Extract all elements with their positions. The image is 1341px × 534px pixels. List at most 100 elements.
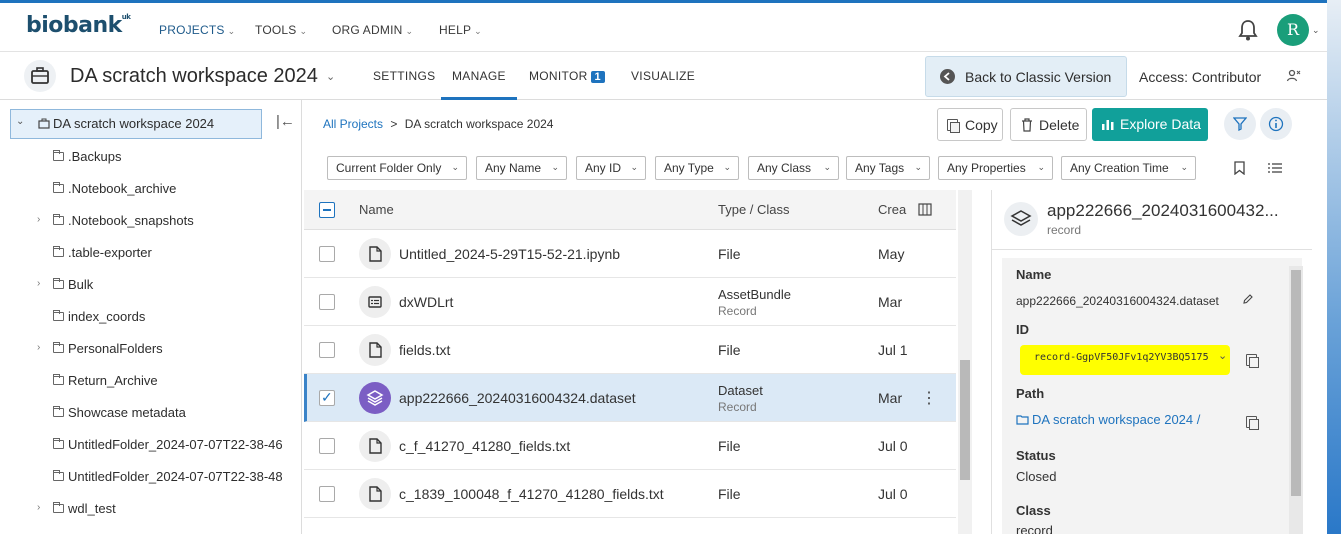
row-checkbox[interactable] [319, 389, 335, 406]
column-created[interactable]: Crea [878, 202, 906, 217]
tab-visualize[interactable]: VISUALIZE [631, 69, 695, 83]
filter-toggle-button[interactable] [1224, 108, 1256, 140]
column-name[interactable]: Name [359, 202, 394, 217]
filter-tags[interactable]: Any Tags ⌄ [846, 156, 930, 180]
table-row[interactable]: Untitled_2024-5-29T15-52-21.ipynb File May [304, 230, 956, 278]
chevron-down-icon: ⌄ [630, 162, 638, 172]
name-value: app222666_20240316004324.dataset [1016, 294, 1219, 308]
select-all-checkbox[interactable] [319, 202, 335, 218]
copy-id-icon[interactable] [1246, 354, 1259, 368]
copy-button[interactable]: Copy [937, 108, 1003, 141]
tree-root-item[interactable]: ⌄ DA scratch workspace 2024 [10, 109, 262, 139]
filter-name[interactable]: Any Name ⌄ [476, 156, 567, 180]
details-subtitle: record [1047, 223, 1082, 237]
row-type: File [718, 342, 741, 358]
file-icon [359, 334, 391, 366]
row-checkbox[interactable] [319, 438, 335, 454]
row-name[interactable]: fields.txt [399, 342, 450, 358]
folder-icon [53, 502, 64, 513]
table-row[interactable]: c_1839_100048_f_41270_41280_fields.txt Fi… [304, 470, 956, 518]
path-link[interactable]: DA scratch workspace 2024 / [1032, 412, 1200, 427]
row-name[interactable]: dxWDLrt [399, 294, 453, 310]
column-type-class[interactable]: Type / Class [718, 202, 790, 217]
filter-id[interactable]: Any ID ⌄ [576, 156, 646, 180]
copy-path-icon[interactable] [1246, 416, 1259, 430]
biobank-logo[interactable]: biobankuk [26, 13, 131, 38]
chevron-down-icon: ⌄ [451, 162, 459, 172]
details-header: app222666_2024031600432... record [992, 190, 1312, 250]
table-row[interactable]: dxWDLrt AssetBundle Record Mar [304, 278, 956, 326]
users-icon[interactable] [1286, 68, 1302, 84]
row-checkbox[interactable] [319, 342, 335, 358]
chevron-down-icon[interactable]: ⌄ [1312, 25, 1320, 36]
chevron-down-icon: ⌄ [823, 162, 831, 172]
filter-properties[interactable]: Any Properties ⌄ [938, 156, 1053, 180]
briefcase-icon [38, 118, 50, 129]
chevron-right-icon[interactable]: › [37, 502, 40, 513]
explore-data-button[interactable]: Explore Data [1092, 108, 1208, 141]
row-type-class: Dataset Record [718, 383, 763, 415]
tree-item-label: .Backups [68, 149, 122, 164]
tab-monitor[interactable]: MONITOR 1 [529, 69, 605, 83]
filter-creation-time[interactable]: Any Creation Time ⌄ [1061, 156, 1196, 180]
top-nav: biobankuk PROJECTS ⌄ TOOLS ⌄ ORG ADMIN ⌄ HE… [0, 0, 1341, 52]
nav-tools[interactable]: TOOLS ⌄ [255, 23, 307, 37]
back-to-classic-button[interactable]: Back to Classic Version [925, 56, 1127, 97]
bookmark-icon[interactable] [1234, 161, 1245, 175]
folder-icon [53, 438, 64, 449]
chevron-right-icon[interactable]: › [37, 214, 40, 225]
info-button[interactable] [1260, 108, 1292, 140]
folder-icon [53, 470, 64, 481]
chevron-down-icon[interactable]: ⌄ [326, 70, 335, 83]
row-name[interactable]: c_f_41270_41280_fields.txt [399, 438, 570, 454]
columns-icon[interactable] [918, 203, 932, 216]
table-row[interactable]: fields.txt File Jul 1 [304, 326, 956, 374]
table-row[interactable]: app222666_20240316004324.dataset Dataset R… [304, 374, 956, 422]
edit-pencil-icon[interactable] [1242, 293, 1254, 305]
desktop-edge [1327, 0, 1341, 534]
chevron-down-icon[interactable]: ⌄ [16, 116, 24, 127]
breadcrumb-all-projects[interactable]: All Projects [323, 117, 383, 131]
folder-icon [53, 406, 64, 417]
folder-icon [53, 246, 64, 257]
nav-org-admin[interactable]: ORG ADMIN ⌄ [332, 23, 413, 37]
filter-current-folder[interactable]: Current Folder Only ⌄ [327, 156, 467, 180]
chevron-right-icon[interactable]: › [37, 278, 40, 289]
layers-icon [1004, 202, 1038, 236]
collapse-sidebar-icon[interactable]: |← [276, 113, 295, 130]
filter-class[interactable]: Any Class ⌄ [748, 156, 839, 180]
tab-settings[interactable]: SETTINGS [373, 69, 435, 83]
folder-tree-sidebar: ⌄ DA scratch workspace 2024 |← .Backups.… [0, 100, 302, 534]
access-level: Access: Contributor [1139, 69, 1262, 85]
row-created: Jul 0 [878, 438, 908, 454]
more-vertical-icon[interactable]: ⋮ [921, 388, 937, 408]
chevron-down-icon: ⌄ [1180, 162, 1188, 172]
row-name[interactable]: Untitled_2024-5-29T15-52-21.ipynb [399, 246, 620, 262]
bell-icon[interactable] [1238, 19, 1258, 41]
chevron-down-icon[interactable]: ⌄ [1218, 349, 1227, 362]
list-view-icon[interactable] [1268, 162, 1282, 174]
breadcrumb-current: DA scratch workspace 2024 [404, 117, 554, 131]
tree-item-label: UntitledFolder_2024-07-07T22-38-48 [68, 469, 283, 484]
row-checkbox[interactable] [319, 486, 335, 502]
delete-button[interactable]: Delete [1010, 108, 1087, 141]
row-checkbox[interactable] [319, 246, 335, 262]
row-name[interactable]: c_1839_100048_f_41270_41280_fields.txt [399, 486, 664, 502]
avatar[interactable]: R [1277, 14, 1309, 46]
tree-item-label: .Notebook_snapshots [68, 213, 194, 228]
table-scrollbar[interactable] [958, 190, 972, 534]
row-name[interactable]: app222666_20240316004324.dataset [399, 390, 636, 406]
tab-manage[interactable]: MANAGE [452, 69, 506, 83]
file-icon [359, 238, 391, 270]
nav-help[interactable]: HELP ⌄ [439, 23, 482, 37]
row-type: Dataset [718, 383, 763, 398]
nav-projects[interactable]: PROJECTS ⌄ [159, 23, 235, 37]
row-checkbox[interactable] [319, 294, 335, 310]
class-label: Class [1016, 503, 1051, 518]
chevron-right-icon[interactable]: › [37, 342, 40, 353]
info-icon [1268, 116, 1284, 132]
filter-type[interactable]: Any Type ⌄ [655, 156, 739, 180]
table-row[interactable]: c_f_41270_41280_fields.txt File Jul 0 [304, 422, 956, 470]
row-type: File [718, 438, 741, 454]
details-scrollbar[interactable] [1289, 266, 1303, 534]
